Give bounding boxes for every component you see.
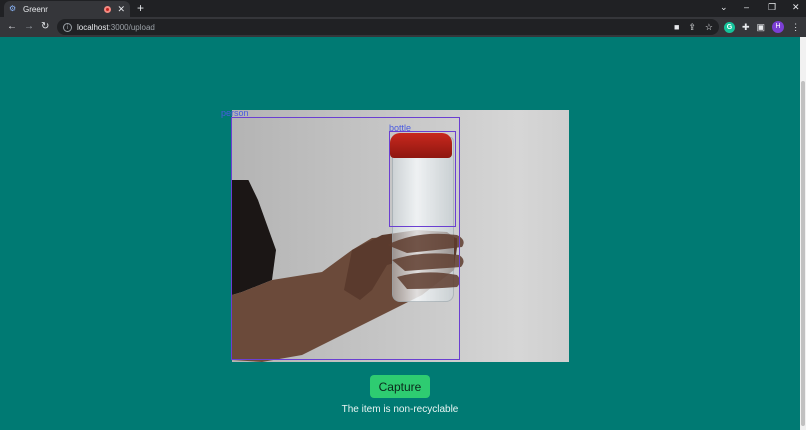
browser-toolbar: ← → ↻ i localhost:3000/upload ■ ⇪ ☆ G ✚ … xyxy=(0,17,806,37)
recording-indicator-icon xyxy=(104,5,112,13)
reload-icon[interactable]: ↻ xyxy=(41,21,49,33)
kebab-menu-icon[interactable]: ⋮ xyxy=(791,22,800,33)
restore-button[interactable]: ❐ xyxy=(768,3,776,12)
puzzle-icon[interactable]: ✚ xyxy=(742,22,750,33)
page-viewport: person bottle Capture The item is non-re… xyxy=(0,37,800,430)
close-icon[interactable]: ✕ xyxy=(117,4,125,14)
gear-icon: ⚙ xyxy=(9,4,17,13)
arrow-right-icon[interactable]: → xyxy=(24,21,34,33)
capture-button[interactable]: Capture xyxy=(370,375,430,398)
url-host: localhost xyxy=(77,22,109,32)
address-bar[interactable]: i localhost:3000/upload ■ ⇪ ☆ xyxy=(57,19,719,35)
tab-title: Greenr xyxy=(23,4,48,14)
url-path: :3000/upload xyxy=(108,22,155,32)
close-window-button[interactable]: ✕ xyxy=(792,3,800,12)
grammarly-extension-icon[interactable]: G xyxy=(724,21,735,33)
side-panel-icon[interactable]: ▣ xyxy=(757,22,766,33)
video-camera-icon[interactable]: ■ xyxy=(674,22,679,32)
detection-label-person: person xyxy=(221,108,249,118)
chevron-down-icon[interactable]: ⌄ xyxy=(720,3,728,12)
detection-box-bottle xyxy=(389,131,456,227)
scrollbar-thumb[interactable] xyxy=(801,81,805,426)
classification-result: The item is non-recyclable xyxy=(341,404,459,415)
scrollbar[interactable] xyxy=(800,37,806,430)
detection-label-bottle: bottle xyxy=(389,123,412,133)
tab-strip: ⚙ Greenr ✕ + ⌄ – ❐ ✕ xyxy=(0,0,806,17)
new-tab-button[interactable]: + xyxy=(137,2,144,14)
minimize-button[interactable]: – xyxy=(744,3,749,12)
share-icon[interactable]: ⇪ xyxy=(688,22,696,32)
browser-tab[interactable]: ⚙ Greenr ✕ xyxy=(4,1,130,17)
star-icon[interactable]: ☆ xyxy=(705,22,713,32)
arrow-left-icon[interactable]: ← xyxy=(7,21,17,33)
profile-avatar[interactable]: H xyxy=(772,21,785,33)
info-icon[interactable]: i xyxy=(63,22,72,32)
